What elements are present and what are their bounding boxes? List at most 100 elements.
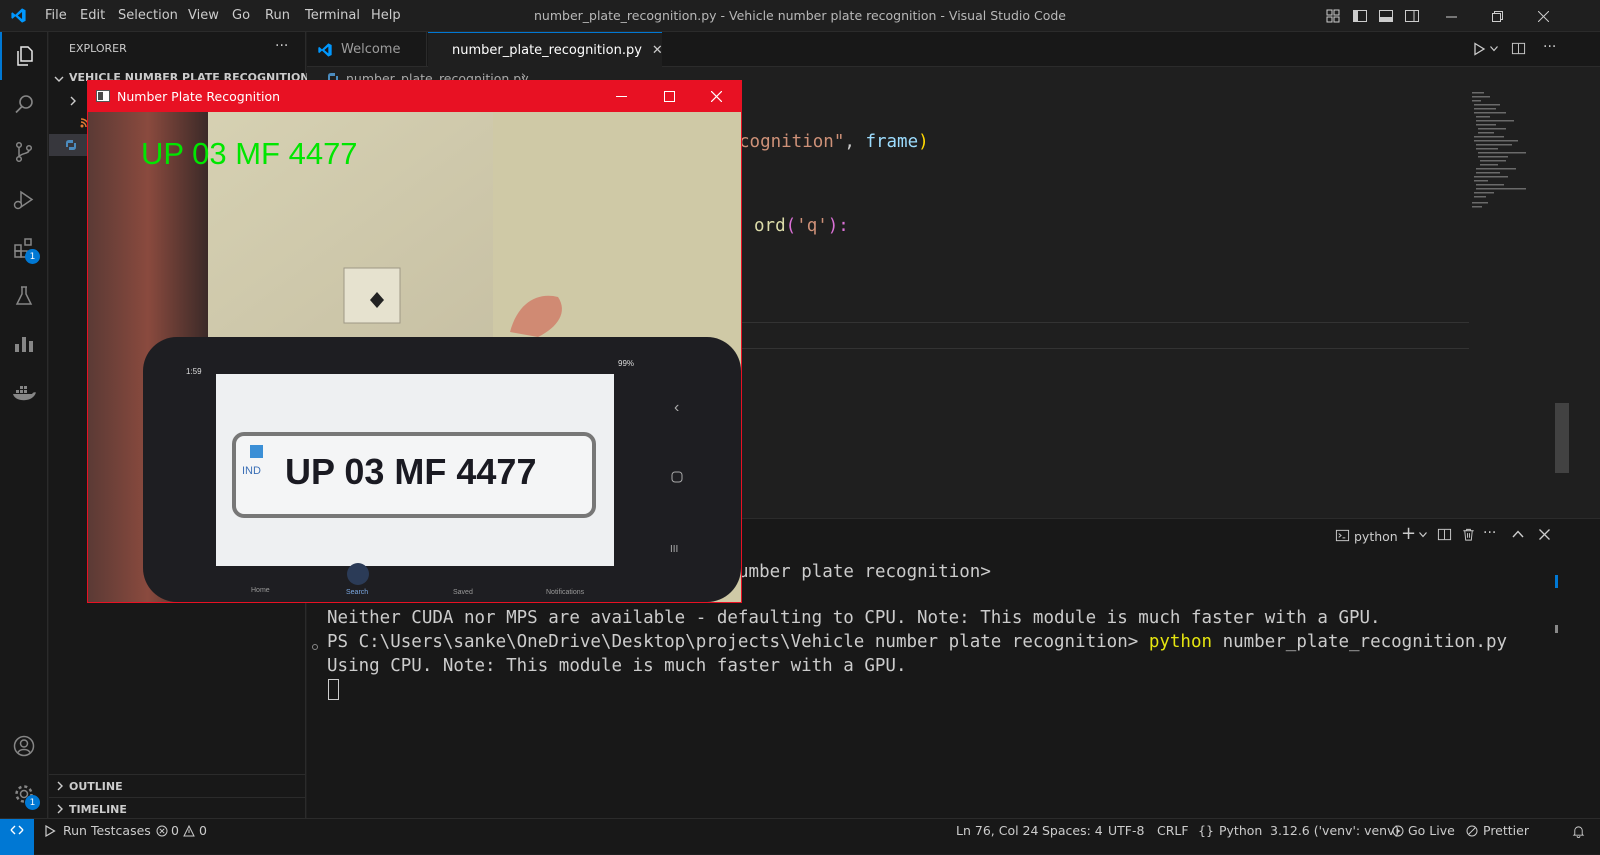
terminal-prompt: PS C:\Users\sanke\OneDrive\Desktop\proje… [327,632,1149,652]
language-mode[interactable]: Python [1219,823,1262,838]
cv-window-title: Number Plate Recognition [117,89,281,104]
docker-activity[interactable] [0,368,48,416]
chevron-down-icon [54,76,64,82]
bar-chart-icon [15,337,33,352]
python-file-icon [66,140,76,150]
tab-number-plate-recognition[interactable]: number_plate_recognition.py ✕ [428,32,663,67]
title-bar: File Edit Selection View Go Run Terminal… [0,0,1600,32]
timeline-section[interactable]: TIMELINE [49,797,305,819]
more-actions-icon[interactable]: ··· [1543,39,1556,55]
chevron-up-icon[interactable] [1512,530,1524,538]
terminal-line: PS C:\Users\sanke\OneDrive\Desktop\proje… [327,632,1507,652]
maximize-icon[interactable] [664,91,675,102]
extensions-badge: 1 [25,249,40,264]
trash-icon[interactable] [1461,527,1476,542]
phone-nav-notifications: Notifications [546,589,585,596]
error-icon [156,825,168,837]
phone-nav-search: Search [346,589,368,596]
phone-search-highlight [347,563,369,585]
end-of-line[interactable]: CRLF [1157,823,1189,838]
python-interpreter[interactable]: 3.12.6 ('venv': venv) [1270,823,1399,838]
toggle-secondary-sidebar-icon[interactable] [1404,8,1420,24]
command-decoration-icon [312,644,318,650]
phone-back-icon: ‹ [674,399,679,416]
extensions-activity[interactable]: 1 [0,224,48,272]
terminal-scroll-marker [1555,575,1558,588]
tab-welcome[interactable]: Welcome [307,32,427,67]
search-activity[interactable] [0,80,48,128]
explorer-activity[interactable] [0,32,48,80]
close-icon [1537,10,1549,22]
run-file-icon[interactable] [1472,42,1486,56]
new-terminal-icon[interactable]: + [1401,523,1416,544]
split-terminal-icon[interactable] [1437,527,1452,542]
error-count[interactable]: 0 [171,823,179,838]
close-icon[interactable] [711,91,722,102]
terminal-command: python [1148,632,1213,652]
warning-icon [183,825,195,837]
terminal-line: umber plate recognition> [738,562,991,582]
restore-button[interactable] [1474,0,1520,32]
cv-window-titlebar[interactable]: Number Plate Recognition [88,81,741,112]
detected-plate-overlay: UP 03 MF 4477 [141,136,358,171]
prettier-check-icon [1466,825,1478,837]
code-divider [739,322,1469,323]
go-live-button[interactable]: Go Live [1408,823,1455,838]
toggle-primary-sidebar-icon[interactable] [1352,8,1368,24]
manage-activity[interactable]: 1 [0,770,48,818]
toggle-panel-icon[interactable] [1378,8,1394,24]
close-window-button[interactable] [1520,0,1566,32]
customize-layout-icon[interactable] [1325,8,1341,24]
status-bar: Run Testcases 0 0 Ln 76, Col 24 Spaces: … [0,818,1600,855]
tab-close-icon[interactable]: ✕ [652,43,663,58]
accounts-activity[interactable] [0,722,48,770]
plate-country: IND [242,465,261,477]
chevron-down-icon[interactable] [1490,46,1498,52]
charts-activity[interactable] [0,320,48,368]
window-app-icon [96,90,110,102]
source-control-icon [15,141,33,163]
run-testcases-button[interactable]: Run Testcases [63,823,151,838]
remote-button[interactable] [0,819,34,855]
more-actions-icon[interactable]: ··· [275,38,288,54]
encoding[interactable]: UTF-8 [1108,823,1144,838]
code-line-imshow: cognition", frame) [739,132,929,152]
camera-frame: IND UP 03 MF 4477 1:59 99% Home Search S… [88,112,741,602]
minimize-icon[interactable] [616,91,627,102]
more-actions-icon[interactable]: ··· [1483,525,1496,541]
minimize-button[interactable] [1428,0,1474,32]
chevron-right-icon[interactable] [68,96,78,106]
code-line-ord: ord('q'): [754,216,849,236]
outline-section[interactable]: OUTLINE [49,774,305,796]
terminal-line: Neither CUDA nor MPS are available - def… [327,608,1381,628]
source-control-activity[interactable] [0,128,48,176]
editor-tabs: Welcome number_plate_recognition.py ✕ ··… [307,32,1600,67]
close-panel-icon[interactable] [1539,529,1550,540]
phone-battery: 99% [618,359,634,368]
phone-nav-saved: Saved [453,589,473,596]
flask-icon [15,286,33,305]
restore-icon [1491,10,1503,22]
terminal-shell-label[interactable]: python [1354,529,1398,544]
run-debug-activity[interactable] [0,176,48,224]
terminal-line: Using CPU. Note: This module is much fas… [327,656,907,676]
chevron-right-icon [57,804,63,814]
minimap[interactable] [1470,90,1590,220]
indentation[interactable]: Spaces: 4 [1042,823,1103,838]
code-string: cognition" [739,132,845,152]
docker-icon [13,386,36,401]
editor-scrollbar-thumb[interactable] [1555,403,1569,473]
code-function: ord [754,216,786,236]
testing-activity[interactable] [0,272,48,320]
split-editor-icon[interactable] [1511,41,1526,56]
phone-nav-home: Home [251,587,270,594]
warning-count[interactable]: 0 [199,823,207,838]
tab-welcome-label: Welcome [341,42,401,57]
bell-icon[interactable] [1572,825,1585,838]
prettier-status[interactable]: Prettier [1483,823,1529,838]
wall-socket [343,267,401,324]
cursor-position[interactable]: Ln 76, Col 24 [956,823,1038,838]
terminal-args: number_plate_recognition.py [1212,632,1508,652]
chevron-down-icon[interactable] [1419,532,1427,538]
cv-preview-window[interactable]: Number Plate Recognition IND UP 03 MF 44… [87,80,742,603]
